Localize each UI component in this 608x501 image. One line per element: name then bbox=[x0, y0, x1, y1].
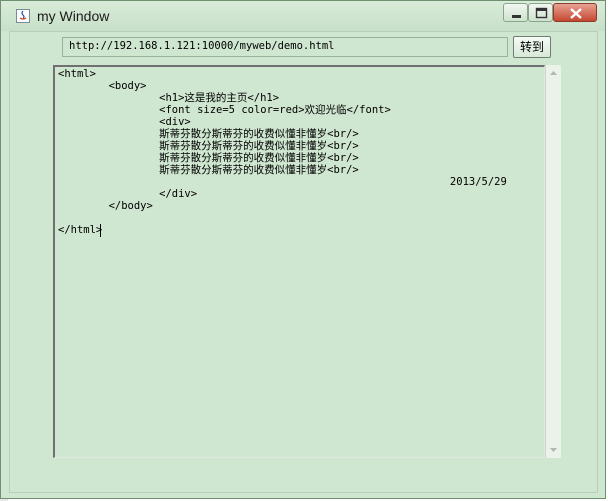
code-line: 斯蒂芬散分斯蒂芬的收费似懂非懂岁<br/> bbox=[58, 152, 359, 164]
minimize-icon bbox=[512, 15, 521, 18]
url-input[interactable]: http://192.168.1.121:10000/myweb/demo.ht… bbox=[62, 37, 508, 57]
go-button[interactable]: 转到 bbox=[513, 36, 551, 58]
close-button[interactable] bbox=[553, 3, 597, 22]
code-line: <html> bbox=[58, 68, 96, 80]
code-line: <h1>这是我的主页</h1> bbox=[58, 92, 280, 104]
maximize-icon bbox=[535, 7, 548, 19]
vertical-scrollbar[interactable] bbox=[545, 65, 561, 458]
code-line: 斯蒂芬散分斯蒂芬的收费似懂非懂岁<br/> bbox=[58, 128, 359, 140]
window-title: my Window bbox=[37, 8, 110, 24]
code-line: </body> bbox=[58, 200, 153, 212]
scroll-down-arrow-icon[interactable] bbox=[546, 442, 561, 458]
close-icon bbox=[570, 8, 582, 19]
code-line: </html> bbox=[58, 224, 103, 236]
java-app-icon bbox=[16, 9, 30, 23]
code-line: <font size=5 color=red>欢迎光临</font> bbox=[58, 104, 391, 116]
scroll-up-arrow-icon[interactable] bbox=[546, 65, 561, 81]
code-line: 2013/5/29 bbox=[58, 176, 507, 188]
code-line: <body> bbox=[58, 80, 147, 92]
maximize-button[interactable] bbox=[528, 3, 553, 22]
code-line: </div> bbox=[58, 188, 198, 200]
code-line: 斯蒂芬散分斯蒂芬的收费似懂非懂岁<br/> bbox=[58, 164, 359, 176]
minimize-button[interactable] bbox=[503, 3, 528, 22]
code-line: 斯蒂芬散分斯蒂芬的收费似懂非懂岁<br/> bbox=[58, 140, 359, 152]
source-text-area[interactable]: <html> <body> <h1>这是我的主页</h1> <font size… bbox=[53, 65, 545, 458]
text-caret bbox=[100, 224, 101, 237]
title-bar[interactable]: my Window bbox=[1, 1, 605, 31]
code-line: <div> bbox=[58, 116, 191, 128]
